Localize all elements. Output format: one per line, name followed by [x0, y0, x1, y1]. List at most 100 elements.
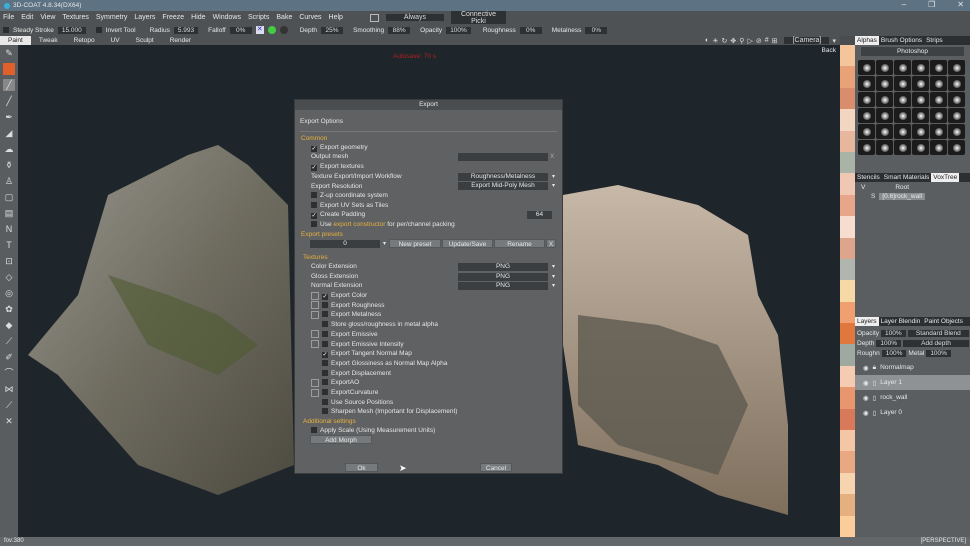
- texture-export-checkbox[interactable]: ✓ Export Tangent Normal Map: [322, 349, 412, 359]
- layer-metal-input[interactable]: 100%: [926, 349, 951, 357]
- padding-input[interactable]: 64: [527, 211, 552, 219]
- alpha-item[interactable]: [894, 124, 911, 139]
- lock-icon[interactable]: ▯: [873, 379, 877, 387]
- stamp-tool-icon[interactable]: ♙: [3, 175, 15, 187]
- alpha-item[interactable]: [912, 140, 929, 155]
- curve-editor-icon[interactable]: [311, 310, 319, 319]
- flower-tool-icon[interactable]: ✿: [3, 303, 15, 315]
- layer-item[interactable]: ◉ ▯ Layer 0: [855, 405, 970, 420]
- dark-sphere-icon[interactable]: [279, 26, 288, 34]
- falloff-input[interactable]: 0%: [229, 26, 252, 34]
- preset-dropdown[interactable]: 0: [310, 240, 380, 248]
- resolution-dropdown[interactable]: Export Mid-Poly Mesh: [458, 182, 548, 190]
- alpha-item[interactable]: [930, 92, 947, 107]
- checkbox-box[interactable]: [322, 398, 328, 405]
- pen-tool-icon[interactable]: ✒: [3, 111, 15, 123]
- delete-preset-button[interactable]: X: [546, 239, 556, 248]
- alpha-preset-dropdown[interactable]: Photoshop: [861, 47, 964, 56]
- alpha-item[interactable]: [894, 76, 911, 91]
- texture-export-checkbox[interactable]: Export Glossiness as Normal Map Alpha: [322, 359, 447, 368]
- steady-stroke-input[interactable]: 15.000: [57, 26, 86, 34]
- opacity-input[interactable]: 100%: [446, 26, 471, 34]
- layer-item[interactable]: ◉ ▯ Layer 1: [855, 375, 970, 390]
- alpha-item[interactable]: [876, 124, 893, 139]
- rotate-icon[interactable]: ↻: [722, 37, 728, 45]
- alpha-item[interactable]: [876, 76, 893, 91]
- texture-export-checkbox[interactable]: Store gloss/roughness in metal alpha: [322, 320, 438, 329]
- tab-sculpt[interactable]: Sculpt: [128, 36, 162, 45]
- eraser-tool-icon[interactable]: ◇: [3, 271, 15, 283]
- output-mesh-clear-button[interactable]: X: [550, 152, 554, 161]
- menu-layers[interactable]: Layers: [134, 14, 155, 21]
- bucket-tool-icon[interactable]: ◆: [3, 319, 15, 331]
- alpha-item[interactable]: [894, 140, 911, 155]
- blend-mode-dropdown[interactable]: Standard Blend: [907, 329, 969, 337]
- checkbox-box[interactable]: [322, 379, 328, 386]
- ok-button[interactable]: Ok: [345, 463, 378, 472]
- alpha-item[interactable]: [894, 108, 911, 123]
- close-button[interactable]: ✕: [957, 0, 964, 9]
- menu-curves[interactable]: Curves: [299, 14, 321, 21]
- frame-tool-icon[interactable]: ▢: [3, 191, 15, 203]
- brush-tool-icon[interactable]: ╱: [3, 79, 15, 91]
- tab-layer-blending[interactable]: Layer Blendin: [879, 317, 923, 326]
- lock-icon[interactable]: ▯: [873, 409, 877, 417]
- uv-tiles-checkbox[interactable]: Export UV Sets as Tiles: [311, 201, 388, 210]
- dropdown-arrow-icon[interactable]: ▾: [552, 182, 555, 189]
- tab-tweak[interactable]: Tweak: [31, 36, 66, 45]
- texture-export-checkbox[interactable]: ✓ Export Color: [322, 291, 367, 300]
- alpha-item[interactable]: [858, 124, 875, 139]
- alpha-item[interactable]: [858, 76, 875, 91]
- menu-symmetry[interactable]: Symmetry: [96, 14, 128, 21]
- alpha-item[interactable]: [858, 60, 875, 75]
- alpha-item[interactable]: [858, 108, 875, 123]
- alpha-item[interactable]: [858, 92, 875, 107]
- needle-tool-icon[interactable]: ⟋: [3, 335, 15, 347]
- voxtree-item[interactable]: V Root: [861, 184, 967, 191]
- invert-tool-checkbox[interactable]: [95, 27, 102, 33]
- minimize-button[interactable]: –: [902, 0, 906, 9]
- alpha-item[interactable]: [930, 124, 947, 139]
- checkbox-box[interactable]: [322, 359, 328, 366]
- symmetry-x-icon[interactable]: ✕: [255, 26, 264, 34]
- texture-export-checkbox[interactable]: Export Emissive Intensity: [322, 340, 404, 349]
- curve-editor-icon[interactable]: [311, 378, 319, 387]
- texture-export-checkbox[interactable]: ExportCurvature: [322, 388, 378, 397]
- layer-opacity-input[interactable]: 100%: [881, 329, 906, 337]
- eye-icon[interactable]: ◉: [863, 364, 869, 372]
- tab-paint[interactable]: Paint: [0, 36, 31, 45]
- output-mesh-input[interactable]: [458, 153, 548, 161]
- texture-export-checkbox[interactable]: Export Roughness: [322, 301, 384, 310]
- zoom-icon[interactable]: ⚲: [739, 37, 744, 45]
- checkbox-box[interactable]: [322, 311, 328, 318]
- alpha-item[interactable]: [858, 140, 875, 155]
- grid-icon[interactable]: #: [765, 37, 769, 44]
- normal-extension-dropdown[interactable]: PNG: [458, 282, 548, 290]
- curve-editor-icon[interactable]: [311, 301, 319, 310]
- dropdown-arrow-icon[interactable]: ▾: [552, 273, 555, 280]
- alpha-item[interactable]: [948, 108, 965, 123]
- checkbox-box[interactable]: ✓: [322, 352, 328, 359]
- tab-alphas[interactable]: Alphas: [855, 36, 879, 45]
- text-tool-icon[interactable]: T: [3, 239, 15, 251]
- texture-export-checkbox[interactable]: Sharpen Mesh (Important for Displacement…: [322, 407, 457, 416]
- frame-icon[interactable]: ⊞: [772, 37, 778, 45]
- camera-dropdown[interactable]: [Camera]: [784, 37, 830, 44]
- camera-dropdown-arrow-icon[interactable]: ▾: [832, 37, 836, 45]
- roughness-input[interactable]: 0%: [519, 26, 542, 34]
- alpha-item[interactable]: [894, 60, 911, 75]
- close-tools-icon[interactable]: ✕: [3, 415, 15, 427]
- alpha-item[interactable]: [894, 92, 911, 107]
- texture-export-checkbox[interactable]: ExportAO: [322, 378, 359, 387]
- alpha-item[interactable]: [876, 92, 893, 107]
- depth-mode-dropdown[interactable]: Add depth: [902, 339, 969, 347]
- checkbox-box[interactable]: [322, 369, 328, 376]
- alpha-item[interactable]: [912, 76, 929, 91]
- menu-hide[interactable]: Hide: [191, 14, 205, 21]
- play-icon[interactable]: ▷: [747, 37, 752, 45]
- checkbox-box[interactable]: [322, 301, 328, 308]
- menu-file[interactable]: File: [3, 14, 14, 21]
- apply-scale-checkbox[interactable]: Apply Scale (Using Measurement Units): [311, 426, 435, 435]
- alpha-item[interactable]: [876, 140, 893, 155]
- checkbox-box[interactable]: [322, 330, 328, 337]
